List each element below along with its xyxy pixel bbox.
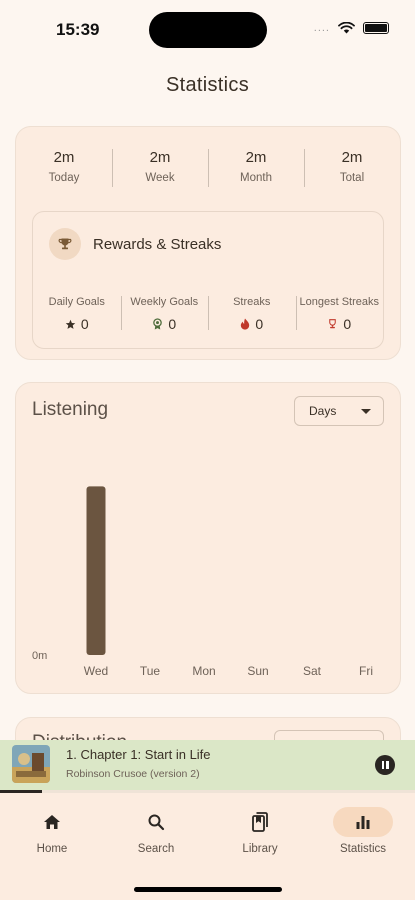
stat-weekly-goals: Weekly Goals 0	[120, 278, 209, 334]
total-value: 2m	[245, 149, 267, 166]
rewards-panel[interactable]: Rewards & Streaks Daily Goals 0 Weekly G…	[32, 211, 384, 349]
tab-label: Library	[242, 843, 278, 855]
x-tick-label: Tue	[140, 664, 161, 678]
total-value: 2m	[53, 149, 75, 166]
dynamic-island	[149, 12, 267, 48]
total-week: 2m Week	[112, 145, 208, 191]
signal-icon: ....	[313, 22, 330, 34]
stat-value-row: 0	[33, 316, 121, 332]
stat-label: Daily Goals	[48, 296, 105, 308]
x-tick-label: Mon	[192, 664, 215, 678]
x-tick-label: Fri	[359, 664, 373, 678]
medal-icon	[153, 318, 163, 330]
wifi-icon	[338, 22, 355, 34]
stat-value-row: 0	[296, 316, 384, 332]
summary-card: 2m Today 2m Week 2m Month 2m Total Rewar…	[15, 126, 401, 360]
x-tick-label: Wed	[84, 664, 108, 678]
rewards-title: Rewards & Streaks	[93, 235, 222, 253]
tab-icon-wrap	[126, 807, 186, 837]
stat-longest-streaks: Longest Streaks 0	[295, 278, 384, 334]
search-icon	[148, 814, 165, 831]
tab-home[interactable]: Home	[12, 807, 92, 855]
stat-streaks: Streaks 0	[208, 278, 296, 334]
tab-icon-wrap	[230, 807, 290, 837]
total-label: Week	[145, 172, 175, 184]
mini-player[interactable]: 1. Chapter 1: Start in Life Robinson Cru…	[0, 740, 415, 790]
tab-statistics[interactable]: Statistics	[323, 807, 403, 855]
stat-value: 0	[255, 316, 264, 332]
rewards-stats: Daily Goals 0 Weekly Goals 0 Streaks 0 L…	[33, 278, 383, 334]
stat-value-row: 0	[121, 316, 209, 332]
tab-icon-wrap	[22, 807, 82, 837]
stat-value-row: 0	[208, 316, 296, 332]
total-label: Total	[339, 172, 365, 184]
total-all: 2m Total	[304, 145, 400, 191]
tab-label: Search	[137, 843, 175, 855]
trophy-icon	[49, 228, 81, 260]
home-icon	[44, 815, 60, 829]
total-value: 2m	[341, 149, 363, 166]
listening-chart: 0m Wed Tue Mon Sun Sat Fri	[32, 486, 373, 678]
stat-value: 0	[168, 316, 177, 332]
star-icon	[65, 319, 76, 329]
tab-icon-wrap	[333, 807, 393, 837]
bar-chart-icon	[356, 816, 370, 829]
flame-icon	[241, 318, 250, 330]
battery-icon	[363, 22, 389, 34]
total-today: 2m Today	[16, 145, 112, 191]
total-value: 2m	[149, 149, 171, 166]
page-title: Statistics	[165, 74, 250, 96]
tab-library[interactable]: Library	[220, 807, 300, 855]
tab-bar: Home Search Library Statistics	[0, 793, 415, 900]
total-label: Today	[48, 172, 80, 184]
pause-button[interactable]	[375, 755, 395, 775]
stat-label: Longest Streaks	[299, 296, 380, 308]
pause-icon	[381, 761, 384, 769]
totals-row: 2m Today 2m Week 2m Month 2m Total	[16, 145, 400, 191]
tab-label: Statistics	[339, 843, 386, 855]
trophy-icon	[329, 319, 337, 329]
library-icon	[252, 812, 268, 832]
cover-art	[12, 745, 50, 783]
x-tick-label: Sun	[247, 664, 268, 678]
y-tick-label: 0m	[32, 650, 47, 662]
home-indicator	[134, 887, 282, 892]
pause-icon	[386, 761, 389, 769]
total-label: Month	[240, 172, 272, 184]
total-month: 2m Month	[208, 145, 304, 191]
track-title: 1. Chapter 1: Start in Life	[66, 747, 211, 762]
status-time: 15:39	[56, 20, 100, 39]
status-icons: ....	[314, 22, 389, 34]
stat-label: Weekly Goals	[130, 296, 199, 308]
listening-card: Listening Days 0m Wed Tue Mon Sun Sat Fri	[15, 382, 401, 694]
stat-label: Streaks	[233, 296, 271, 308]
track-subtitle: Robinson Crusoe (version 2)	[66, 768, 200, 780]
stat-daily-goals: Daily Goals 0	[33, 278, 121, 334]
x-tick-label: Sat	[303, 664, 322, 678]
stat-value: 0	[343, 316, 352, 332]
chart-bar	[86, 486, 106, 655]
status-bar: 15:39 ....	[0, 0, 415, 60]
rewards-header: Rewards & Streaks	[49, 228, 221, 260]
tab-search[interactable]: Search	[116, 807, 196, 855]
tab-label: Home	[36, 843, 68, 855]
stat-value: 0	[80, 316, 89, 332]
